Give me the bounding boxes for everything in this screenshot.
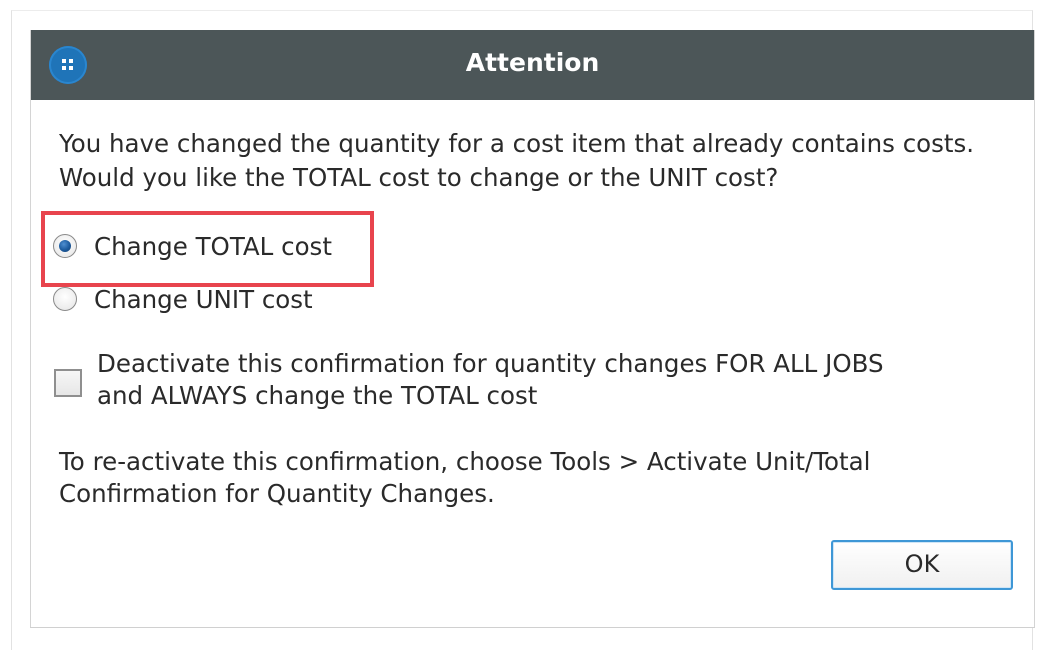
radio-button-total[interactable] [53, 234, 77, 258]
dialog-titlebar: Attention [31, 30, 1034, 100]
message-line-1: You have changed the quantity for a cost… [59, 129, 975, 158]
radio-change-unit-cost[interactable]: Change UNIT cost [53, 281, 313, 317]
radio-label-total: Change TOTAL cost [94, 231, 332, 261]
attention-dialog: Attention You have changed the quantity … [30, 30, 1035, 628]
checkbox-label-line-2: and ALWAYS change the TOTAL cost [97, 381, 538, 410]
message-line-2: Would you like the TOTAL cost to change … [59, 163, 779, 192]
radio-button-unit[interactable] [53, 287, 77, 311]
dialog-title: Attention [465, 48, 600, 77]
checkbox-label-line-1: Deactivate this confirmation for quantit… [97, 349, 884, 378]
radio-change-total-cost[interactable]: Change TOTAL cost [53, 228, 332, 264]
reactivate-note-line-2: Confirmation for Quantity Changes. [59, 479, 495, 508]
reactivate-note-line-1: To re-activate this confirmation, choose… [59, 447, 871, 476]
dialog-bottom-divider [30, 627, 1035, 628]
ok-button[interactable]: OK [831, 540, 1013, 590]
radio-label-unit: Change UNIT cost [94, 284, 313, 314]
deactivate-confirmation-checkbox[interactable] [54, 369, 82, 397]
